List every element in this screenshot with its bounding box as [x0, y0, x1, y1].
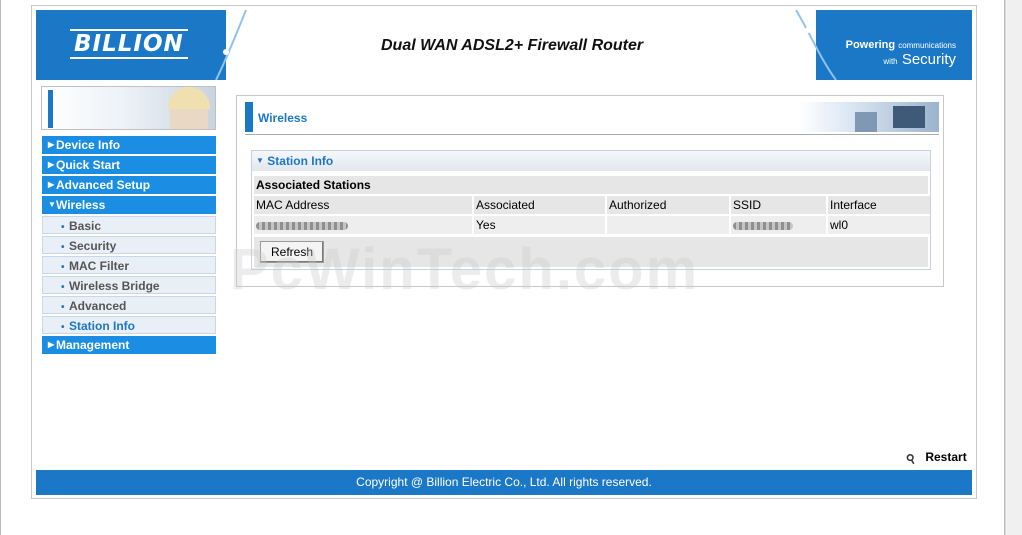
sidebar-item-label: Wireless Bridge [69, 279, 160, 293]
router-model-title: Dual WAN ADSL2+ Firewall Router [381, 37, 644, 54]
sidebar-item-label: Basic [69, 219, 102, 233]
sidebar-item-management[interactable]: ▶ Management [42, 336, 216, 354]
monitor-graphic [893, 106, 925, 128]
sidebar-nav: ▶ Device Info ▶ Quick Start ▶ Advanced Setu… [42, 136, 216, 356]
sidebar-item-quick-start[interactable]: ▶ Quick Start [42, 156, 216, 174]
header-banner: BILLION Dual WAN ADSL2+ Firewall Router … [36, 10, 972, 80]
person-hair [168, 87, 210, 109]
stations-table: Associated Stations MAC Address Associat… [254, 176, 930, 236]
column-header: Interface [828, 196, 930, 214]
sidebar-photo [41, 86, 216, 130]
sidebar-item-device-info[interactable]: ▶ Device Info [42, 136, 216, 154]
office-chair-graphic [855, 112, 877, 132]
bullet-icon: • [61, 322, 65, 333]
content-header-accent [245, 102, 253, 132]
chevron-right-icon: ▶ [48, 140, 55, 149]
sidebar-item-label: Device Info [56, 138, 121, 152]
restart-link[interactable]: ⚲ Restart [904, 450, 967, 467]
table-caption-row: Associated Stations [254, 176, 930, 194]
sidebar-item-advanced-setup[interactable]: ▶ Advanced Setup [42, 176, 216, 194]
sidebar-item-label: Management [56, 338, 130, 352]
bullet-icon: • [61, 262, 65, 273]
interface-cell: wl0 [828, 216, 930, 234]
copyright-text: Copyright @ Billion Electric Co., Ltd. A… [356, 475, 652, 489]
bullet-icon: • [61, 222, 65, 233]
column-header: Associated [474, 196, 605, 214]
footer: Copyright @ Billion Electric Co., Ltd. A… [36, 470, 972, 495]
sidebar-item-label: MAC Filter [69, 259, 129, 273]
collapse-triangle-icon: ▼ [256, 156, 264, 165]
chevron-right-icon: ▶ [48, 160, 55, 169]
bullet-icon: • [61, 302, 65, 313]
chevron-right-icon: ▶ [48, 180, 55, 189]
mac-address-cell [254, 216, 472, 234]
authorized-cell [607, 216, 729, 234]
bullet-icon: • [61, 242, 65, 253]
redacted-mac-address [256, 221, 348, 230]
sidebar-item-label: Quick Start [56, 158, 121, 172]
sidebar-item-label: Wireless [56, 198, 106, 212]
watermark: PcWinTech.com [230, 237, 700, 302]
vertical-scrollbar[interactable] [1005, 0, 1022, 535]
sidebar-item-wireless-bridge[interactable]: • Wireless Bridge [42, 276, 216, 294]
section-header[interactable]: ▼ Station Info [252, 151, 930, 171]
sidebar-item-wireless[interactable]: ▼Wireless [42, 196, 216, 214]
column-header: SSID [731, 196, 826, 214]
sidebar-item-label: Advanced Setup [56, 178, 151, 192]
sidebar-item-basic[interactable]: • Basic [42, 216, 216, 234]
sidebar-item-station-info[interactable]: • Station Info [42, 316, 216, 334]
sidebar-item-advanced[interactable]: • Advanced [42, 296, 216, 314]
billion-logo: BILLION [70, 29, 188, 59]
page-title: Wireless [258, 111, 308, 125]
sidebar-item-security[interactable]: • Security [42, 236, 216, 254]
redacted-ssid [733, 221, 793, 230]
section-title: Station Info [267, 154, 334, 168]
sidebar-item-label: Station Info [69, 319, 135, 333]
tagline: Powering communications with Security [846, 38, 956, 69]
tagline-communications: communications [898, 41, 956, 50]
sidebar-item-label: Security [69, 239, 117, 253]
ssid-cell [731, 216, 826, 234]
table-caption: Associated Stations [254, 176, 928, 194]
column-header: MAC Address [254, 196, 472, 214]
tagline-with: with [883, 57, 898, 66]
associated-cell: Yes [474, 216, 605, 234]
column-header: Authorized [607, 196, 729, 214]
chevron-down-icon: ▼ [48, 200, 56, 209]
tagline-powering: Powering [845, 39, 896, 51]
chevron-right-icon: ▶ [48, 340, 55, 349]
content-header: Wireless [245, 102, 939, 135]
table-header-row: MAC Address Associated Authorized SSID I… [254, 196, 930, 214]
restart-label: Restart [925, 450, 967, 464]
sidebar-item-mac-filter[interactable]: • MAC Filter [42, 256, 216, 274]
table-row: Yes wl0 [254, 216, 930, 234]
bullet-icon: • [61, 282, 65, 293]
tagline-security: Security [901, 51, 956, 68]
sidebar-photo-accent [48, 90, 53, 128]
sidebar-item-label: Advanced [69, 299, 127, 313]
office-image [799, 102, 939, 132]
